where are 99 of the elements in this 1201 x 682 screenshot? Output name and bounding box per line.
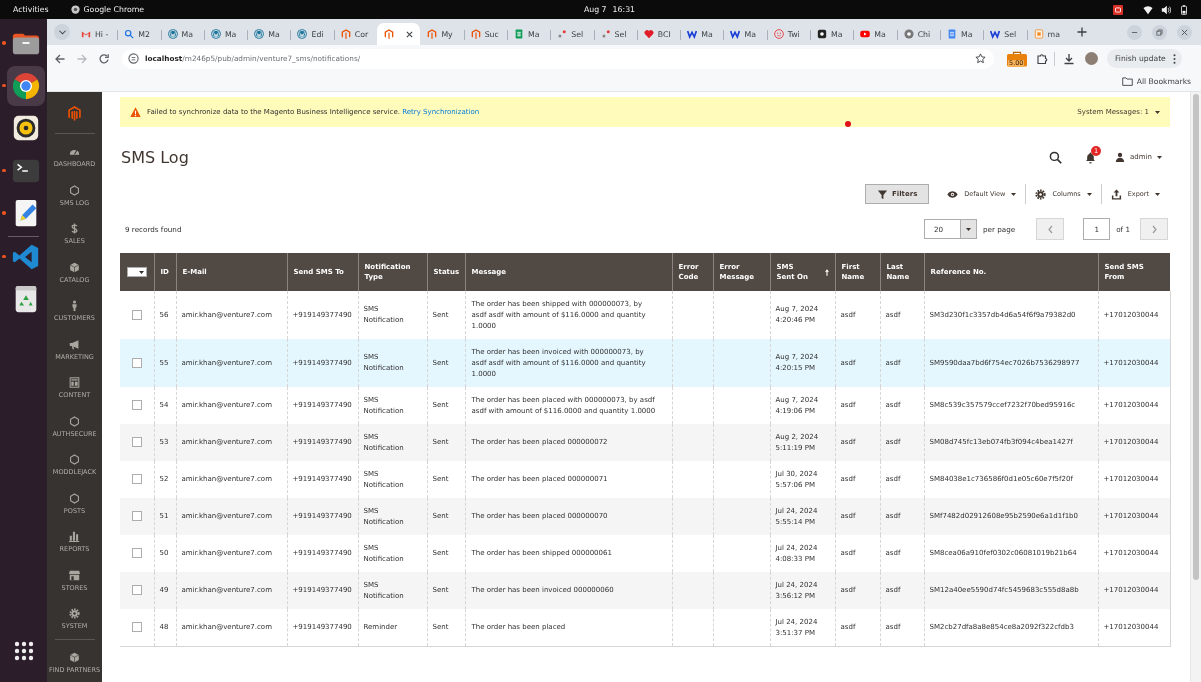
- wifi-icon[interactable]: [1143, 4, 1153, 15]
- hexagon-icon: [69, 415, 80, 427]
- caret-icon: [58, 29, 66, 35]
- round-logo-icon: [254, 29, 265, 39]
- eye-icon: [947, 188, 959, 200]
- hexagon-logo-icon: [427, 29, 438, 39]
- document-icon: [946, 29, 957, 39]
- zigzag-logo-icon: [990, 29, 1001, 39]
- caret-icon: [1155, 110, 1160, 114]
- dock-launcher[interactable]: [7, 65, 45, 106]
- browser-tab[interactable]: [377, 23, 421, 45]
- gear-icon: [1035, 188, 1047, 200]
- person-icon: [69, 300, 80, 312]
- back-arrow-icon[interactable]: [54, 52, 66, 65]
- caret-icon: [1086, 192, 1092, 196]
- hexagon-icon: [69, 184, 80, 196]
- dollar-icon: [69, 223, 80, 235]
- round-logo-icon: [297, 29, 308, 39]
- volume-icon[interactable]: [1161, 4, 1171, 15]
- bell-icon[interactable]: [1084, 150, 1098, 164]
- battery-icon[interactable]: [1179, 4, 1189, 15]
- puzzle-icon[interactable]: [1036, 52, 1048, 65]
- chevron-left-icon: [1046, 224, 1054, 234]
- table-row[interactable]: [120, 291, 1170, 339]
- megaphone-icon: [69, 338, 80, 350]
- caret-icon: [1157, 155, 1162, 159]
- sort-arrow-icon: [824, 268, 829, 276]
- scrollbar[interactable]: [1190, 92, 1201, 682]
- plus-icon[interactable]: [1076, 27, 1087, 37]
- scrollbar-thumb[interactable]: [1193, 94, 1199, 580]
- search-icon: [124, 29, 135, 39]
- row-checkbox[interactable]: [131, 437, 142, 448]
- caret-icon: [1011, 192, 1017, 196]
- bar-chart-icon: [69, 531, 80, 543]
- browser-icon: [11, 70, 41, 101]
- close-icon: [1181, 28, 1188, 36]
- smiley-icon: [773, 29, 784, 39]
- row-checkbox[interactable]: [131, 400, 142, 411]
- storefront-icon: [69, 569, 80, 581]
- hexagon-logo-icon: [470, 29, 481, 39]
- square-logo-icon: [817, 29, 828, 39]
- round-logo-icon: [167, 29, 178, 39]
- funnel-icon: [877, 188, 889, 200]
- person-icon: [1115, 152, 1126, 162]
- reload-icon[interactable]: [98, 52, 110, 65]
- table-row[interactable]: [120, 387, 1170, 424]
- hexagon-icon: [69, 492, 80, 504]
- app-grid-icon[interactable]: [14, 641, 34, 661]
- row-checkbox[interactable]: [131, 474, 142, 485]
- star-icon[interactable]: [975, 53, 986, 64]
- row-checkbox[interactable]: [131, 548, 142, 559]
- caret-icon: [138, 270, 144, 274]
- speaker-icon: [11, 113, 41, 143]
- play-icon: [860, 29, 871, 39]
- folder-icon: [1121, 77, 1133, 86]
- search-icon[interactable]: [1049, 150, 1063, 164]
- row-checkbox[interactable]: [131, 511, 142, 522]
- page-title: SMS Log: [121, 147, 189, 167]
- table-row[interactable]: [120, 339, 1170, 387]
- caret-icon: [966, 227, 971, 231]
- mail-icon: [81, 29, 91, 39]
- heart-icon: [643, 29, 654, 39]
- ring-icon: [903, 29, 914, 39]
- gear-icon: [69, 608, 80, 620]
- more-icon[interactable]: [1172, 53, 1176, 64]
- hexagon-logo-icon: [384, 29, 395, 39]
- dots-icon: [557, 29, 568, 39]
- zigzag-logo-icon: [730, 29, 741, 39]
- row-checkbox[interactable]: [131, 309, 142, 320]
- app-icon: [70, 5, 80, 14]
- pointer-dot-icon: [845, 121, 851, 127]
- mass-select-dropdown[interactable]: [126, 267, 147, 278]
- warning-icon: [130, 106, 141, 118]
- hexagon-logo-icon: [340, 29, 351, 39]
- download-icon[interactable]: [1063, 52, 1075, 65]
- close-icon[interactable]: [406, 30, 414, 38]
- export-icon: [1110, 188, 1122, 200]
- round-logo-icon: [210, 29, 221, 39]
- row-checkbox[interactable]: [131, 357, 142, 368]
- site-info-icon[interactable]: [128, 53, 139, 64]
- restore-icon: [1156, 28, 1163, 36]
- box-icon: [69, 261, 80, 273]
- tab-list-button[interactable]: [54, 24, 70, 40]
- zigzag-logo-icon: [687, 29, 698, 39]
- hexagon-icon: [69, 454, 80, 466]
- avatar-icon[interactable]: [1085, 52, 1098, 65]
- box-icon: [69, 651, 80, 663]
- layout-icon: [69, 377, 80, 389]
- row-checkbox[interactable]: [131, 585, 142, 596]
- screencast-icon[interactable]: [1113, 4, 1123, 15]
- tile-icon: [1033, 29, 1044, 39]
- chevron-right-icon: [1150, 224, 1158, 234]
- row-checkbox[interactable]: [131, 622, 142, 633]
- dots-icon: [600, 29, 611, 39]
- restore-button[interactable]: [1152, 24, 1167, 40]
- close-window-button[interactable]: [1177, 24, 1192, 40]
- spreadsheet-icon: [513, 29, 524, 39]
- hexagon-logo-icon[interactable]: [65, 106, 84, 121]
- caret-icon: [1155, 192, 1160, 196]
